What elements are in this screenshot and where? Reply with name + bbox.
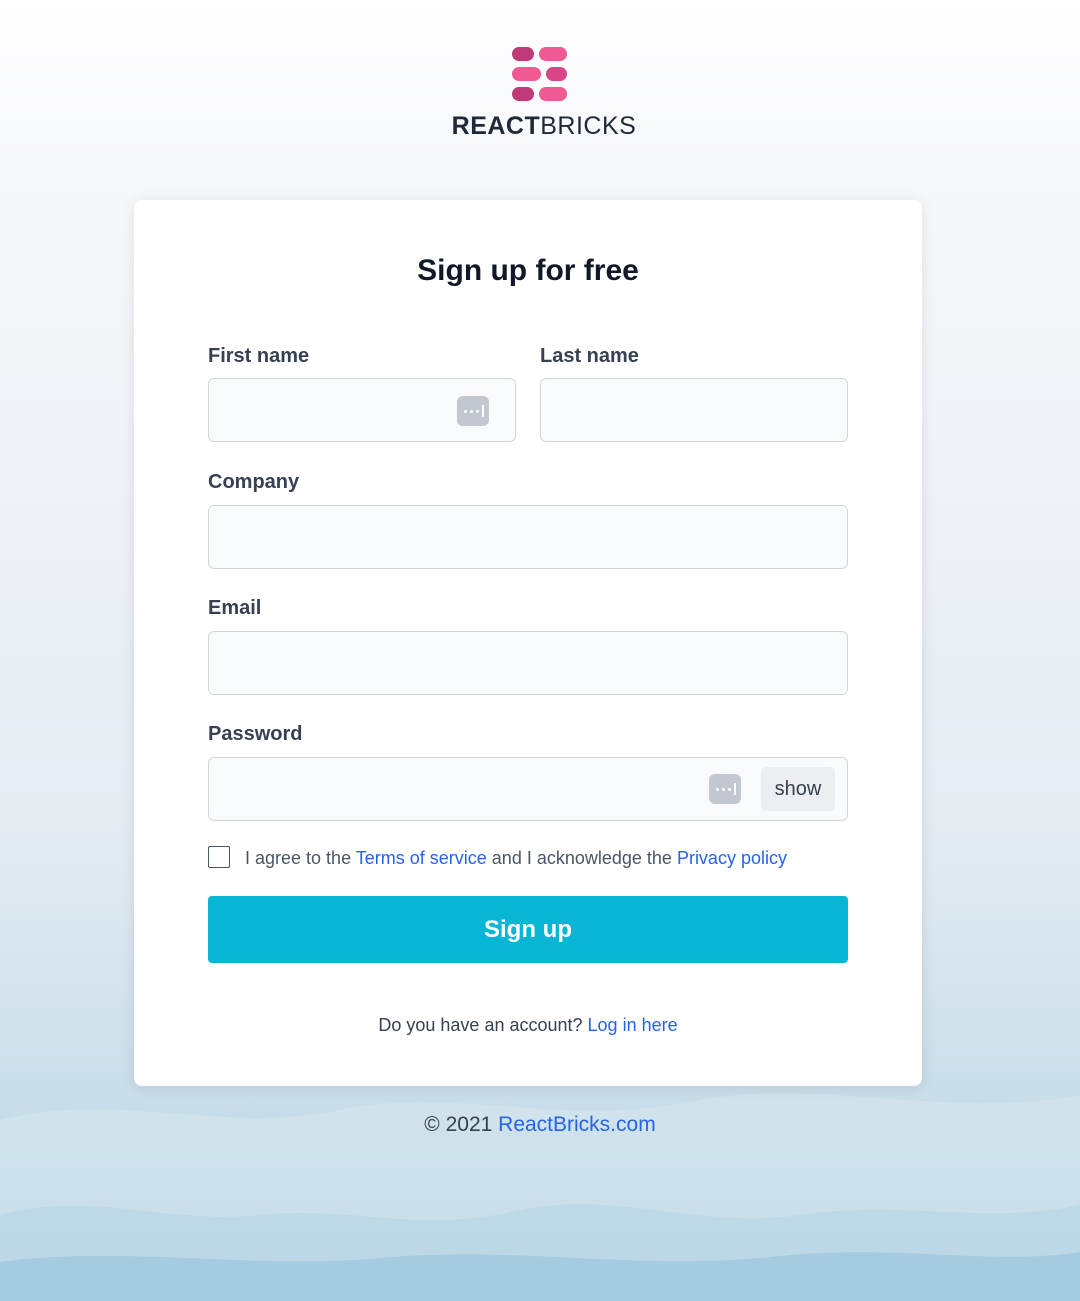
password-input[interactable]	[208, 757, 848, 821]
email-input[interactable]	[208, 631, 848, 695]
company-label: Company	[208, 471, 300, 493]
signup-card: Sign up for free First name Last name Co…	[134, 200, 922, 1086]
password-manager-icon[interactable]	[709, 774, 741, 804]
password-label: Password	[208, 723, 303, 745]
sign-up-button[interactable]: Sign up	[208, 896, 848, 963]
email-label: Email	[208, 597, 262, 619]
copyright-text: © 2021	[424, 1113, 499, 1136]
site-link[interactable]: ReactBricks.com	[498, 1113, 656, 1136]
brand-name-light: BRICKS	[540, 112, 637, 140]
agree-text-middle: and I acknowledge the	[486, 848, 677, 868]
page-title: Sign up for free	[417, 254, 639, 287]
password-manager-icon[interactable]	[457, 396, 489, 426]
login-prompt-text: Do you have an account?	[378, 1015, 588, 1035]
last-name-input[interactable]	[540, 378, 848, 442]
last-name-label: Last name	[540, 345, 639, 367]
show-password-button[interactable]: show	[761, 767, 835, 811]
footer: © 2021 ReactBricks.com	[0, 1113, 1080, 1137]
login-link[interactable]: Log in here	[588, 1015, 678, 1035]
agree-text-before: I agree to the	[245, 848, 356, 868]
company-input[interactable]	[208, 505, 848, 569]
bricks-logo-icon	[512, 47, 567, 101]
brand-name: REACTBRICKS	[8, 112, 1080, 141]
agree-checkbox[interactable]	[208, 846, 230, 868]
brand-name-bold: REACT	[451, 112, 541, 140]
terms-of-service-link[interactable]: Terms of service	[356, 848, 487, 868]
agree-text: I agree to the Terms of service and I ac…	[245, 848, 787, 869]
privacy-policy-link[interactable]: Privacy policy	[677, 848, 787, 868]
brand-logo: REACTBRICKS	[0, 46, 1080, 141]
first-name-label: First name	[208, 345, 310, 367]
login-prompt: Do you have an account? Log in here	[134, 1015, 922, 1036]
